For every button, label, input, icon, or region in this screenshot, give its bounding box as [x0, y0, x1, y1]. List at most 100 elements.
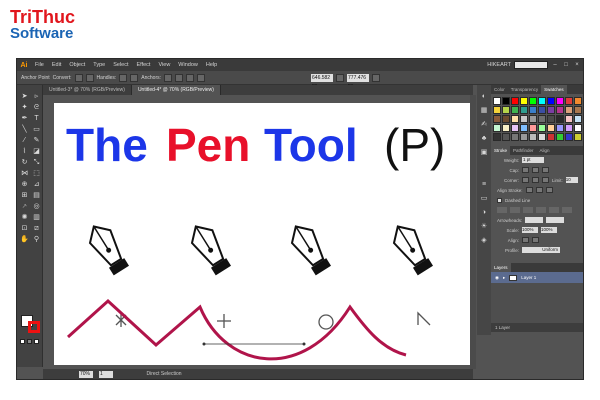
- color-swatch[interactable]: [538, 106, 546, 114]
- column-graph-icon[interactable]: ▥: [32, 214, 41, 222]
- paintbrush-icon[interactable]: ⁄: [20, 137, 29, 145]
- expand-layer-icon[interactable]: ▸: [503, 275, 505, 281]
- stroke-color-swatch[interactable]: [28, 321, 40, 333]
- color-swatch[interactable]: [502, 124, 510, 132]
- handle-point-left[interactable]: [202, 342, 206, 346]
- menu-help[interactable]: Help: [202, 62, 221, 68]
- color-swatch[interactable]: [574, 106, 582, 114]
- close-icon[interactable]: ×: [573, 61, 581, 69]
- zoom-icon[interactable]: ⚲: [32, 236, 41, 244]
- color-swatch[interactable]: [511, 124, 519, 132]
- limit-field[interactable]: 10: [565, 177, 578, 183]
- artboard[interactable]: The Pen Tool (P): [54, 103, 470, 365]
- help-search-input[interactable]: [514, 61, 548, 69]
- align-outside-button[interactable]: [545, 187, 553, 193]
- pen-tool-icon[interactable]: ✒: [20, 115, 29, 123]
- transform-button[interactable]: [336, 73, 345, 82]
- selection-tool-icon[interactable]: ➤: [20, 93, 29, 101]
- rotate-icon[interactable]: ↻: [20, 159, 29, 167]
- tab-pathfinder[interactable]: Pathfinder: [510, 148, 537, 153]
- profile-select[interactable]: Uniform: [522, 247, 560, 253]
- convert-corner-button[interactable]: [74, 73, 83, 82]
- color-mode-icon[interactable]: [20, 339, 25, 344]
- color-swatch[interactable]: [493, 97, 501, 105]
- color-swatch[interactable]: [511, 106, 519, 114]
- color-swatch[interactable]: [556, 115, 564, 123]
- color-swatch[interactable]: [556, 124, 564, 132]
- color-swatch[interactable]: [520, 106, 528, 114]
- hand-icon[interactable]: ✋: [20, 236, 29, 244]
- align-inside-button[interactable]: [535, 187, 543, 193]
- color-swatch[interactable]: [511, 97, 519, 105]
- workspace-switcher[interactable]: HIKEART: [487, 62, 511, 68]
- color-swatch[interactable]: [538, 133, 546, 141]
- convert-smooth-button[interactable]: [85, 73, 94, 82]
- menu-view[interactable]: View: [154, 62, 174, 68]
- perspective-icon[interactable]: ⊿: [32, 181, 41, 189]
- gradient-mode-icon[interactable]: [27, 339, 32, 344]
- color-swatch[interactable]: [538, 124, 546, 132]
- color-swatch[interactable]: [520, 115, 528, 123]
- color-swatch[interactable]: [493, 124, 501, 132]
- color-swatch[interactable]: [574, 115, 582, 123]
- shape-builder-icon[interactable]: ⊕: [20, 181, 29, 189]
- dash-field-1[interactable]: [497, 207, 507, 213]
- arrowhead-end-select[interactable]: [546, 217, 565, 223]
- color-swatch[interactable]: [574, 124, 582, 132]
- color-swatch[interactable]: [529, 124, 537, 132]
- anchors-button-2[interactable]: [175, 73, 184, 82]
- menu-select[interactable]: Select: [109, 62, 132, 68]
- appearance-panel-icon[interactable]: ☀: [480, 223, 488, 231]
- symbol-sprayer-icon[interactable]: ✺: [20, 214, 29, 222]
- line-tool-icon[interactable]: ╲: [20, 126, 29, 134]
- link-button[interactable]: [372, 73, 381, 82]
- color-panel-icon[interactable]: ◐: [480, 93, 488, 101]
- tab-untitled-3[interactable]: Untitled-3* @ 70% (RGB/Preview): [43, 85, 132, 95]
- square-cap-button[interactable]: [542, 167, 549, 173]
- scale-end-field[interactable]: 100%: [541, 227, 557, 233]
- tab-layers[interactable]: Layers: [491, 263, 511, 272]
- color-swatch[interactable]: [547, 106, 555, 114]
- color-swatch[interactable]: [529, 115, 537, 123]
- maximize-icon[interactable]: □: [562, 61, 570, 69]
- color-swatch[interactable]: [493, 106, 501, 114]
- rectangle-tool-icon[interactable]: ▭: [32, 126, 41, 134]
- width-tool-icon[interactable]: ⋈: [20, 170, 29, 178]
- color-swatch[interactable]: [556, 97, 564, 105]
- color-swatch[interactable]: [565, 133, 573, 141]
- anchors-button-4[interactable]: [197, 73, 206, 82]
- symbols-icon[interactable]: ♣: [480, 135, 488, 143]
- free-transform-icon[interactable]: ⬚: [32, 170, 41, 178]
- color-swatch[interactable]: [520, 133, 528, 141]
- eraser-icon[interactable]: ◪: [32, 148, 41, 156]
- color-swatch[interactable]: [520, 124, 528, 132]
- color-swatch[interactable]: [556, 133, 564, 141]
- mesh-icon[interactable]: ⊞: [20, 192, 29, 200]
- x-field[interactable]: 646.582 px: [311, 73, 334, 89]
- menu-window[interactable]: Window: [174, 62, 202, 68]
- handles-button[interactable]: [119, 73, 128, 82]
- menu-effect[interactable]: Effect: [133, 62, 155, 68]
- color-swatch[interactable]: [502, 106, 510, 114]
- arrow-align-button-2[interactable]: [532, 237, 539, 243]
- color-swatch[interactable]: [565, 124, 573, 132]
- menu-type[interactable]: Type: [89, 62, 109, 68]
- tab-transparency[interactable]: Transparency: [508, 87, 541, 92]
- slice-icon[interactable]: ⧄: [32, 225, 41, 233]
- lasso-icon[interactable]: ᘓ: [32, 104, 41, 112]
- gap-field-2[interactable]: [536, 207, 546, 213]
- pencil-icon[interactable]: ✎: [32, 137, 41, 145]
- color-swatch[interactable]: [565, 115, 573, 123]
- menu-object[interactable]: Object: [65, 62, 89, 68]
- arrowhead-start-select[interactable]: [525, 217, 544, 223]
- color-swatch[interactable]: [502, 115, 510, 123]
- zoom-field[interactable]: 70%: [79, 370, 93, 378]
- round-join-button[interactable]: [532, 177, 539, 183]
- color-swatch[interactable]: [502, 97, 510, 105]
- handle-point-right[interactable]: [302, 342, 306, 346]
- color-swatch[interactable]: [547, 97, 555, 105]
- color-swatch[interactable]: [511, 133, 519, 141]
- color-swatch[interactable]: [538, 115, 546, 123]
- color-swatch[interactable]: [529, 133, 537, 141]
- color-swatch[interactable]: [574, 97, 582, 105]
